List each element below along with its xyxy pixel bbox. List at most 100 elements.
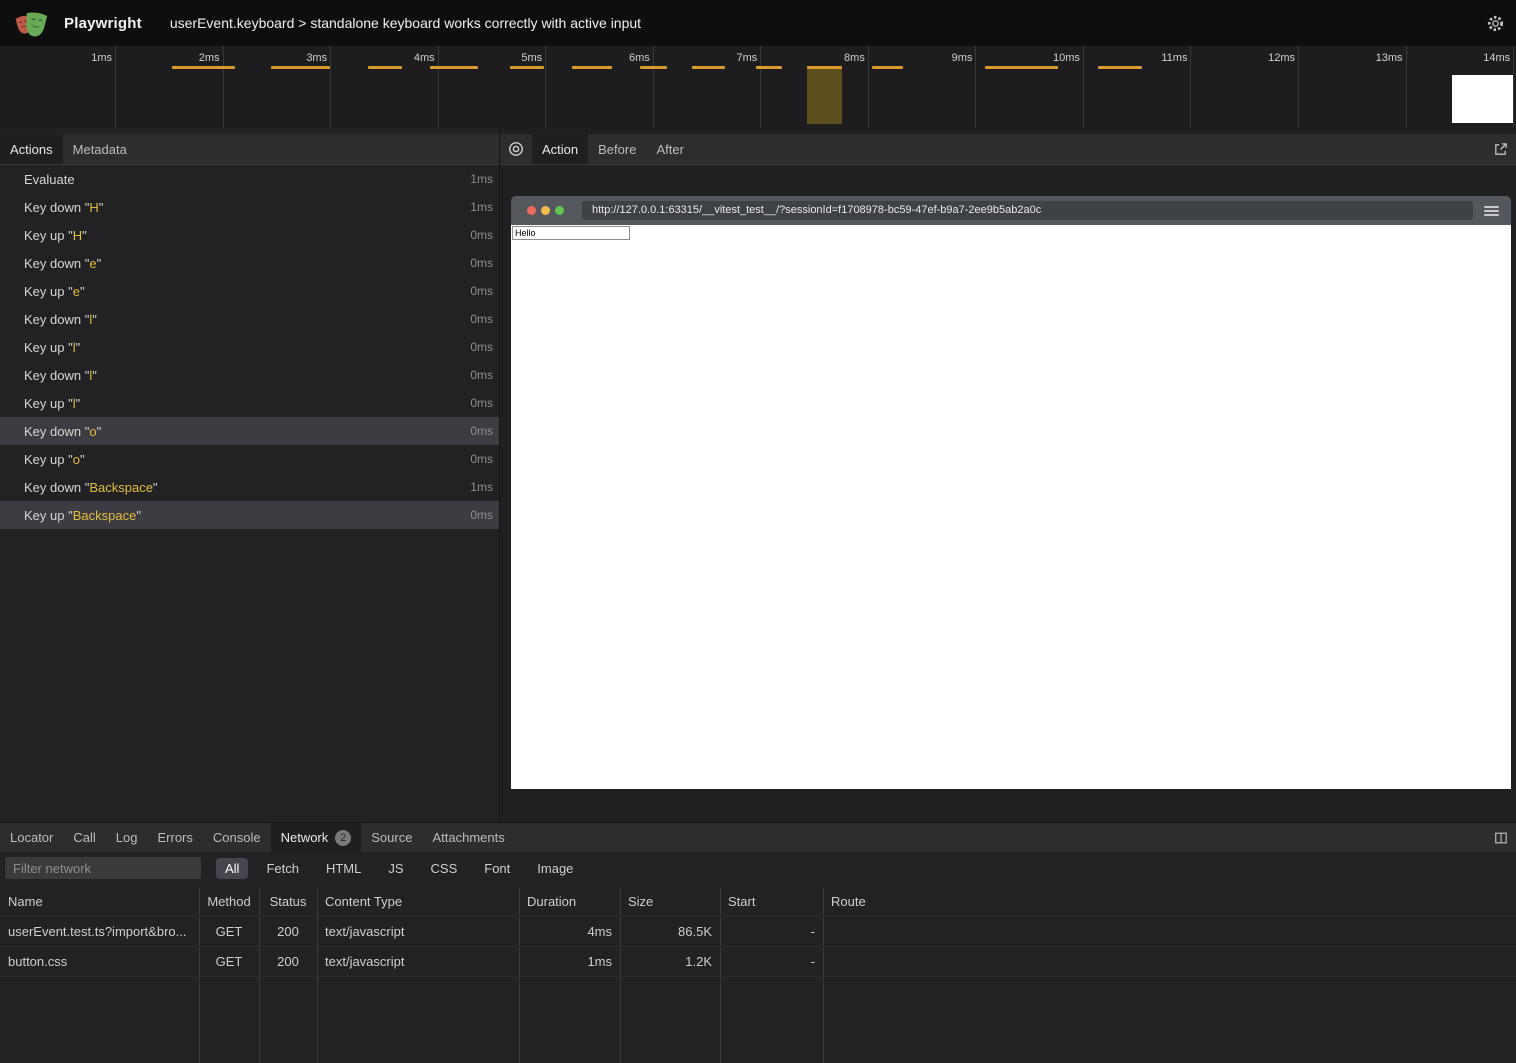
filter-all[interactable]: All <box>216 858 248 879</box>
timeline-bar[interactable] <box>1098 66 1142 69</box>
timeline[interactable]: 1ms2ms3ms4ms5ms6ms7ms8ms9ms10ms11ms12ms1… <box>0 46 1516 128</box>
timeline-bar[interactable] <box>807 66 842 69</box>
timeline-bar[interactable] <box>368 66 402 69</box>
key-value: Backspace <box>89 480 153 495</box>
snapshot-panel: ActionBeforeAfter http://127.0.0.1:63315… <box>500 128 1516 822</box>
timeline-bar[interactable] <box>640 66 667 69</box>
column-header: Method <box>199 887 259 916</box>
timeline-bar[interactable] <box>430 66 478 69</box>
action-title: Key down "e" <box>24 256 101 271</box>
network-cell: 1ms <box>519 947 620 976</box>
action-row[interactable]: Key down "l" 0ms <box>0 361 499 389</box>
key-value: l <box>73 396 76 411</box>
browser-chrome: http://127.0.0.1:63315/__vitest_test__/?… <box>511 196 1511 225</box>
timeline-bar[interactable] <box>572 66 612 69</box>
tab-action[interactable]: Action <box>532 134 588 164</box>
traffic-light-red-icon <box>527 206 536 215</box>
tab-errors[interactable]: Errors <box>147 823 202 852</box>
timeline-bar[interactable] <box>172 66 235 69</box>
action-title: Key up "Backspace" <box>24 508 141 523</box>
main-area: ActionsMetadata Evaluate 1ms Key down "H… <box>0 128 1516 822</box>
network-cell: text/javascript <box>317 947 519 976</box>
action-duration: 0ms <box>470 256 493 270</box>
action-row[interactable]: Key up "l" 0ms <box>0 389 499 417</box>
action-row[interactable]: Key down "H" 1ms <box>0 193 499 221</box>
snapshot-text-input[interactable] <box>512 226 630 240</box>
action-row[interactable]: Key down "Backspace" 1ms <box>0 473 499 501</box>
timeline-bar[interactable] <box>756 66 782 69</box>
action-row[interactable]: Key up "H" 0ms <box>0 221 499 249</box>
toggle-panel-layout-button[interactable] <box>1486 823 1516 852</box>
column-header: Route <box>823 887 1516 916</box>
snapshot-browser: http://127.0.0.1:63315/__vitest_test__/?… <box>511 196 1511 789</box>
split-panel-icon <box>1494 831 1508 845</box>
target-icon <box>508 141 524 157</box>
filter-css[interactable]: CSS <box>422 858 467 879</box>
tab-log[interactable]: Log <box>106 823 148 852</box>
action-duration: 0ms <box>470 424 493 438</box>
timeline-bar[interactable] <box>510 66 544 69</box>
column-header: Content Type <box>317 887 519 916</box>
network-cell: 200 <box>259 917 317 946</box>
action-row[interactable]: Key down "e" 0ms <box>0 249 499 277</box>
pick-locator-button[interactable] <box>500 134 532 164</box>
timeline-thumbnail[interactable] <box>1452 75 1513 123</box>
action-row[interactable]: Key down "l" 0ms <box>0 305 499 333</box>
filter-image[interactable]: Image <box>528 858 582 879</box>
tab-network[interactable]: Network2 <box>271 823 362 852</box>
network-request-row[interactable]: userEvent.test.ts?import&bro...GET200tex… <box>0 917 1516 947</box>
action-row[interactable]: Key up "e" 0ms <box>0 277 499 305</box>
action-duration: 0ms <box>470 368 493 382</box>
action-duration: 0ms <box>470 508 493 522</box>
tab-after[interactable]: After <box>646 134 693 164</box>
action-row[interactable]: Key up "Backspace" 0ms <box>0 501 499 529</box>
network-cell: text/javascript <box>317 917 519 946</box>
column-header: Status <box>259 887 317 916</box>
gear-icon <box>1486 14 1505 33</box>
timeline-bar[interactable] <box>271 66 330 69</box>
tab-before[interactable]: Before <box>588 134 646 164</box>
settings-button[interactable] <box>1486 14 1505 33</box>
network-request-row[interactable]: button.cssGET200text/javascript1ms1.2K- <box>0 947 1516 977</box>
action-row[interactable]: Key up "l" 0ms <box>0 333 499 361</box>
action-duration: 0ms <box>470 396 493 410</box>
action-title: Key up "e" <box>24 284 85 299</box>
snapshot-tabs: ActionBeforeAfter <box>532 134 694 164</box>
action-row[interactable]: Evaluate 1ms <box>0 165 499 193</box>
timeline-bar[interactable] <box>692 66 725 69</box>
action-row[interactable]: Key down "o" 0ms <box>0 417 499 445</box>
traffic-light-yellow-icon <box>541 206 550 215</box>
open-snapshot-button[interactable] <box>1485 134 1516 164</box>
tab-actions[interactable]: Actions <box>0 134 63 164</box>
filter-fetch[interactable]: Fetch <box>257 858 308 879</box>
key-value: l <box>89 312 92 327</box>
column-header: Size <box>620 887 720 916</box>
action-title: Key up "l" <box>24 396 80 411</box>
action-duration: 1ms <box>470 480 493 494</box>
traffic-lights <box>527 206 569 215</box>
timeline-bar[interactable] <box>872 66 903 69</box>
details-panel: Locator Call Log Errors Console Network2… <box>0 822 1516 1063</box>
timeline-bar[interactable] <box>985 66 1058 69</box>
key-value: e <box>73 284 80 299</box>
network-count-badge: 2 <box>335 830 351 846</box>
tab-attachments[interactable]: Attachments <box>422 823 514 852</box>
key-value: o <box>89 424 96 439</box>
network-type-filters: All Fetch HTML JS CSS Font Image <box>216 858 591 879</box>
tab-console[interactable]: Console <box>203 823 271 852</box>
action-row[interactable]: Key up "o" 0ms <box>0 445 499 473</box>
filter-font[interactable]: Font <box>475 858 519 879</box>
column-header: Name <box>0 887 199 916</box>
network-filter-input[interactable] <box>5 857 201 879</box>
details-tabs: Locator Call Log Errors Console Network2… <box>0 823 515 852</box>
action-duration: 0ms <box>470 340 493 354</box>
tab-locator[interactable]: Locator <box>0 823 63 852</box>
tab-call[interactable]: Call <box>63 823 105 852</box>
tab-metadata[interactable]: Metadata <box>63 134 137 164</box>
filter-html[interactable]: HTML <box>317 858 370 879</box>
tab-source[interactable]: Source <box>361 823 422 852</box>
action-title: Key up "o" <box>24 452 85 467</box>
network-cell: 4ms <box>519 917 620 946</box>
action-duration: 0ms <box>470 284 493 298</box>
filter-js[interactable]: JS <box>379 858 412 879</box>
